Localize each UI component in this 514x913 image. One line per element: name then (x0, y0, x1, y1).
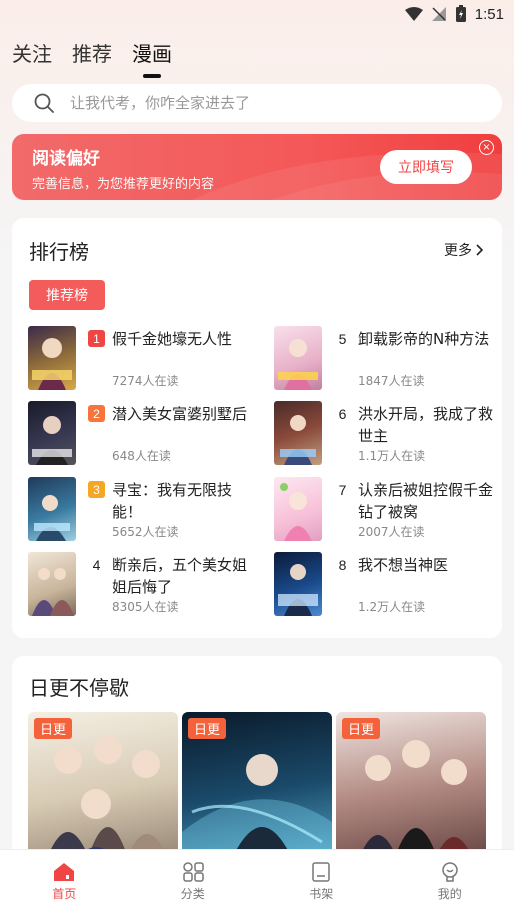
top-tabs: 关注 推荐 漫画 (12, 38, 172, 78)
close-icon[interactable]: × (479, 140, 494, 155)
reader-count: 2007人在读 (358, 525, 425, 539)
rank-number: 2 (88, 405, 105, 422)
status-bar: 1:51 (0, 0, 514, 30)
tab-label: 关注 (12, 42, 52, 66)
tab-follow[interactable]: 关注 (12, 38, 52, 67)
recommend-ranking-chip[interactable]: 推荐榜 (29, 280, 105, 310)
daily-badge: 日更 (188, 718, 227, 739)
daily-comic-cover[interactable]: 日更 (336, 712, 486, 872)
tab-label: 漫画 (132, 42, 172, 66)
search-icon (34, 93, 54, 113)
nav-label: 首页 (52, 887, 77, 901)
comic-title: 卸载影帝的N种方法 (358, 330, 490, 348)
nav-label: 书架 (309, 887, 334, 901)
bookshelf-icon (312, 862, 330, 882)
comic-cover (28, 326, 76, 390)
ranking-item[interactable]: 1 假千金她壕无人性 7274人在读 (28, 326, 258, 392)
ranking-card: 排行榜 更多 推荐榜 1 假千金她壕无人性 7274人在读 2 潜入美女富婆别墅… (12, 218, 502, 638)
comic-title: 认亲后被姐控假千金钻了被窝 (358, 481, 494, 521)
ranking-item[interactable]: 4 断亲后，五个美女姐姐后悔了 8305人在读 (28, 552, 258, 618)
profile-icon (442, 862, 458, 882)
wifi-icon (404, 7, 423, 21)
nav-category[interactable]: 分类 (129, 850, 258, 913)
rank-number: 1 (88, 330, 105, 347)
clock: 1:51 (474, 5, 504, 23)
reader-count: 1.1万人在读 (358, 449, 426, 463)
status-icons: 1:51 (404, 5, 504, 23)
rank-number: 3 (88, 481, 105, 498)
reader-count: 8305人在读 (112, 600, 179, 614)
reader-count: 1.2万人在读 (358, 600, 426, 614)
search-bar[interactable] (12, 84, 502, 122)
ranking-item[interactable]: 3 寻宝：我有无限技能！ 5652人在读 (28, 477, 258, 543)
daily-comic-cover[interactable]: 日更 (28, 712, 178, 872)
banner-subtitle: 完善信息，为您推荐更好的内容 (32, 177, 215, 192)
more-label: 更多 (444, 243, 472, 259)
daily-comic-cover[interactable]: 日更 (182, 712, 332, 872)
reader-count: 7274人在读 (112, 374, 179, 388)
comic-cover (274, 477, 322, 541)
comic-title: 洪水开局，我成了救世主 (358, 405, 494, 445)
battery-icon (455, 5, 466, 22)
rank-number: 5 (338, 330, 347, 347)
tab-recommend[interactable]: 推荐 (72, 38, 112, 67)
ranking-item[interactable]: 8 我不想当神医 1.2万人在读 (274, 552, 504, 618)
daily-update-card: 日更不停歇 日更 日更 日更 (12, 656, 502, 876)
comic-title: 寻宝：我有无限技能！ (112, 481, 233, 521)
daily-badge: 日更 (342, 718, 381, 739)
more-link[interactable]: 更多 (444, 240, 484, 260)
ranking-item[interactable]: 2 潜入美女富婆别墅后 648人在读 (28, 401, 258, 467)
no-signal-icon (431, 7, 446, 21)
ranking-title: 排行榜 (29, 240, 89, 264)
tab-label: 推荐 (72, 42, 112, 66)
category-icon (183, 862, 204, 882)
comic-cover (28, 477, 76, 541)
ranking-item[interactable]: 7 认亲后被姐控假千金钻了被窝 2007人在读 (274, 477, 504, 543)
daily-update-title: 日更不停歇 (29, 676, 129, 700)
comic-title: 断亲后，五个美女姐姐后悔了 (112, 556, 248, 596)
banner-title: 阅读偏好 (32, 149, 100, 169)
comic-title: 潜入美女富婆别墅后 (112, 405, 248, 423)
comic-title: 假千金她壕无人性 (112, 330, 233, 348)
nav-bookshelf[interactable]: 书架 (257, 850, 386, 913)
nav-home[interactable]: 首页 (0, 850, 129, 913)
rank-number: 6 (338, 405, 347, 422)
chevron-right-icon (476, 244, 484, 256)
nav-label: 分类 (180, 887, 205, 901)
search-input[interactable] (70, 94, 450, 112)
rank-number: 4 (92, 556, 101, 573)
nav-profile[interactable]: 我的 (386, 850, 514, 913)
reader-count: 1847人在读 (358, 374, 425, 388)
reader-count: 648人在读 (112, 449, 171, 463)
comic-title: 我不想当神医 (358, 556, 449, 574)
nav-label: 我的 (437, 887, 462, 901)
reading-preference-banner: 阅读偏好 完善信息，为您推荐更好的内容 立即填写 × (12, 134, 502, 200)
reader-count: 5652人在读 (112, 525, 179, 539)
active-tab-indicator (143, 74, 161, 78)
comic-cover (274, 401, 322, 465)
comic-cover (28, 552, 76, 616)
rank-number: 7 (338, 481, 347, 498)
rank-number: 8 (338, 556, 347, 573)
comic-cover (274, 552, 322, 616)
comic-cover (274, 326, 322, 390)
comic-cover (28, 401, 76, 465)
home-icon (54, 863, 75, 881)
fill-in-button[interactable]: 立即填写 (380, 150, 472, 184)
ranking-item[interactable]: 6 洪水开局，我成了救世主 1.1万人在读 (274, 401, 504, 467)
daily-badge: 日更 (34, 718, 73, 739)
ranking-item[interactable]: 5 卸载影帝的N种方法 1847人在读 (274, 326, 504, 392)
tab-comics[interactable]: 漫画 (132, 38, 172, 78)
bottom-nav: 首页 分类 书架 我的 (0, 849, 514, 913)
